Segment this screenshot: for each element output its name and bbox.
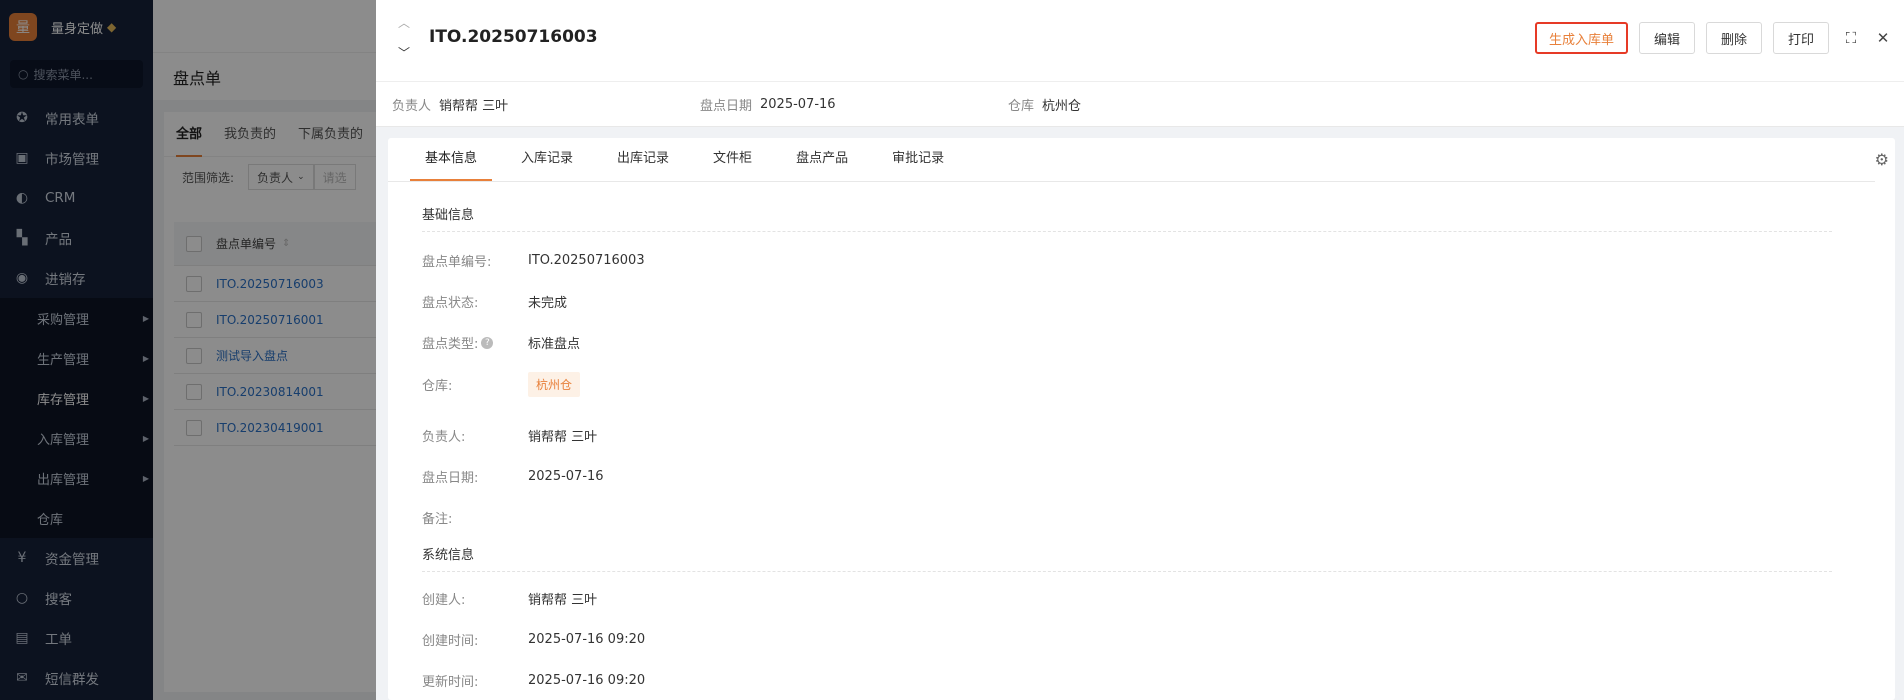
field-value: 未完成: [528, 296, 568, 311]
field-value: ITO.20250716003: [528, 253, 645, 268]
gear-icon[interactable]: ⚙: [1875, 150, 1889, 169]
summary-date: 盘点日期 2025-07-16: [700, 95, 1008, 114]
field-code: 盘点单编号: ITO.20250716003: [388, 240, 1895, 281]
tab-basic-info[interactable]: 基本信息: [410, 137, 493, 181]
summary-warehouse-value: 杭州仓: [1042, 98, 1082, 114]
field-created-time: 创建时间: 2025-07-16 09:20: [388, 619, 1895, 660]
chevron-down-icon[interactable]: ﹀: [398, 44, 410, 61]
field-status: 盘点状态: 未完成: [388, 281, 1895, 322]
field-type: 盘点类型: ? 标准盘点: [388, 322, 1895, 363]
field-value: 2025-07-16 09:20: [528, 673, 646, 688]
field-creator: 创建人: 销帮帮 三叶: [388, 578, 1895, 619]
drawer-summary: 负责人 销帮帮 三叶 盘点日期 2025-07-16 仓库 杭州仓: [376, 82, 1904, 127]
field-remark: 备注:: [388, 497, 1895, 538]
section-basic-info: 基础信息: [422, 204, 1832, 232]
drawer-title: ITO.20250716003: [429, 27, 598, 47]
chevron-up-icon[interactable]: ︿: [398, 14, 410, 31]
field-label: 创建时间:: [422, 634, 479, 649]
summary-warehouse: 仓库 杭州仓: [1008, 95, 1081, 114]
field-value: 2025-07-16: [528, 469, 604, 484]
field-warehouse: 仓库: 杭州仓: [388, 363, 1895, 406]
field-label: 更新时间:: [422, 675, 479, 690]
detail-panel: 基本信息 入库记录 出库记录 文件柜 盘点产品 审批记录 ⚙ 基础信息 盘点单编…: [388, 138, 1895, 700]
section-system-info: 系统信息: [422, 544, 1832, 572]
tab-inbound-records[interactable]: 入库记录: [506, 137, 588, 181]
warehouse-tag: 杭州仓: [528, 372, 581, 397]
summary-owner: 负责人 销帮帮 三叶: [392, 95, 700, 114]
generate-inbound-button[interactable]: 生成入库单: [1534, 22, 1628, 54]
summary-warehouse-label: 仓库: [1008, 98, 1035, 114]
summary-date-label: 盘点日期: [700, 98, 753, 114]
delete-button[interactable]: 删除: [1705, 22, 1762, 54]
field-label: 盘点类型:: [422, 337, 479, 352]
field-label-wrap: 盘点类型: ?: [422, 333, 528, 352]
tab-approval-records[interactable]: 审批记录: [877, 137, 959, 181]
summary-date-value: 2025-07-16: [760, 96, 836, 112]
drawer-header: ︿ ﹀ ITO.20250716003 生成入库单 编辑 删除 打印 ⛶ ✕: [376, 0, 1904, 82]
print-button[interactable]: 打印: [1772, 22, 1829, 54]
summary-owner-label: 负责人: [392, 98, 432, 114]
field-value: 标准盘点: [528, 337, 581, 352]
field-owner: 负责人: 销帮帮 三叶: [388, 415, 1895, 456]
tab-stocktake-products[interactable]: 盘点产品: [781, 137, 863, 181]
field-label: 备注:: [422, 512, 453, 527]
field-value: 销帮帮 三叶: [528, 430, 598, 445]
field-label: 仓库:: [422, 379, 453, 394]
fullscreen-icon[interactable]: ⛶: [1840, 22, 1862, 54]
edit-button[interactable]: 编辑: [1638, 22, 1695, 54]
field-updated-time: 更新时间: 2025-07-16 09:20: [388, 660, 1895, 700]
field-value: 销帮帮 三叶: [528, 593, 598, 608]
field-label: 盘点状态:: [422, 296, 479, 311]
detail-drawer: ︿ ﹀ ITO.20250716003 生成入库单 编辑 删除 打印 ⛶ ✕ 负…: [376, 0, 1904, 700]
detail-tabs: 基本信息 入库记录 出库记录 文件柜 盘点产品 审批记录 ⚙: [388, 137, 1889, 182]
field-label: 创建人:: [422, 593, 466, 608]
summary-owner-value: 销帮帮 三叶: [439, 98, 509, 114]
tab-outbound-records[interactable]: 出库记录: [602, 137, 684, 181]
drawer-actions: 生成入库单 编辑 删除 打印 ⛶ ✕: [1534, 22, 1904, 54]
field-date: 盘点日期: 2025-07-16: [388, 456, 1895, 497]
field-label: 盘点单编号:: [422, 255, 492, 270]
help-icon[interactable]: ?: [481, 336, 494, 349]
close-icon[interactable]: ✕: [1872, 22, 1894, 54]
tab-file-cabinet[interactable]: 文件柜: [698, 137, 767, 181]
field-label: 盘点日期:: [422, 471, 479, 486]
field-value: 2025-07-16 09:20: [528, 632, 646, 647]
field-label: 负责人:: [422, 430, 466, 445]
